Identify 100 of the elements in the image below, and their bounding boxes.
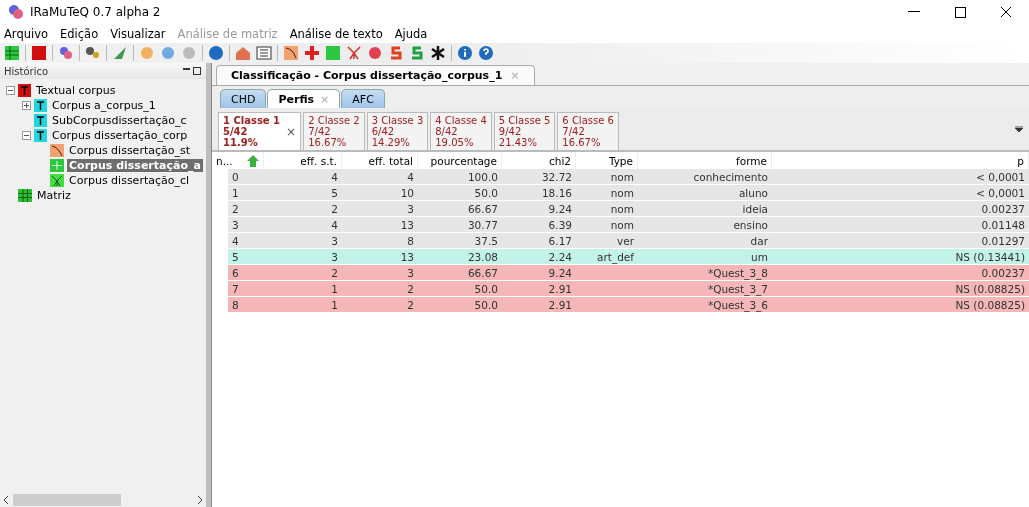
table-cell: 2 [228,201,264,217]
class-count: 6/42 [371,126,396,137]
collapse-icon[interactable] [6,86,15,95]
table-cell: nom [576,217,638,233]
text-icon [34,114,47,127]
scroll-left-icon[interactable] [4,496,9,504]
tree-item[interactable]: Corpus dissertação_corp [50,129,190,142]
logo-icon[interactable] [58,45,74,61]
menu-item[interactable]: Ajuda [394,26,428,41]
dendrogram-icon [50,174,64,187]
analysis-tab[interactable]: CHD [220,89,267,108]
pane-buttons-icon[interactable] [182,66,202,76]
class-tab[interactable]: 5 Classe 5 9/42 21.43% [493,112,556,150]
class-percent: 14.29% [371,137,411,148]
close-tab-button[interactable]: × [286,124,297,139]
menu-item[interactable]: Análise de texto [289,26,383,41]
table-cell: 2.24 [502,249,576,265]
dropdown-arrow-icon[interactable] [1015,124,1023,134]
table-cell: 8 [342,233,418,249]
tree-item[interactable]: SubCorpusdissertação_c [50,114,189,127]
panel-title: Histórico [4,65,49,77]
window-title: IRaMuTeQ 0.7 alpha 2 [30,5,161,19]
close-icon[interactable] [1000,6,1012,18]
tree-item[interactable]: Corpus a_corpus_1 [50,99,158,112]
tree-item[interactable]: Corpus dissertação_a [67,159,203,172]
document-tab[interactable]: Classificação - Corpus dissertação_corpus_1 × [216,65,535,85]
list-icon[interactable] [256,45,272,61]
scroll-right-icon[interactable] [197,496,202,504]
text-icon [34,99,47,112]
curve-icon[interactable] [283,45,299,61]
analysis-tab[interactable]: Perfis × [267,89,341,108]
class-count: 7/42 [562,126,586,137]
class-title: 1 Classe 1 [223,115,281,126]
s-icon[interactable] [388,45,404,61]
table-cell: 6 [228,265,264,281]
collapse-icon[interactable] [22,131,31,140]
tree-item[interactable]: Corpus dissertação_st [67,144,193,157]
table-cell: 3 [264,249,342,265]
table-cell: NS (0.08825) [772,297,1029,313]
table-cell: < 0,0001 [772,185,1029,201]
class-title: 5 Classe 5 [498,115,551,126]
class-percent: 16.67% [562,137,602,148]
table-cell: NS (0.08825) [772,281,1029,297]
table-cell: 4 [264,169,342,185]
table-cell: 32.72 [502,169,576,185]
table-cell: 13 [342,249,418,265]
table-cell: 5 [228,249,264,265]
menu-item[interactable]: Visualizar [110,26,166,41]
class-tab[interactable]: 4 Classe 4 8/42 19.05% [430,112,492,150]
class-percent: 11.9% [223,137,259,148]
table-cell: 30.77 [418,217,502,233]
gears-icon[interactable] [85,45,101,61]
curve-icon [50,144,64,157]
table-cell: 2 [264,265,342,281]
app-icon [8,4,24,20]
table-cell: 1 [228,185,264,201]
table-cell: 0.01148 [772,217,1029,233]
expand-icon[interactable] [22,101,31,110]
minimize-icon[interactable] [908,11,920,13]
help-icon[interactable] [478,45,494,61]
table-cell: 13 [342,217,418,233]
class-tab[interactable]: 2 Classe 2 7/42 16.67% [303,112,365,150]
table-cell: 23.08 [418,249,502,265]
table-cell: 1 [264,297,342,313]
table-cell: 0.01297 [772,233,1029,249]
asterisk-icon[interactable] [430,45,446,61]
table-cell: nom [576,169,638,185]
info-icon[interactable] [457,45,473,61]
table-icon[interactable] [4,45,20,61]
home-icon[interactable] [235,45,251,61]
sort-up-icon [247,154,259,167]
table-cell: dar [638,233,772,249]
table-cell: 50.0 [418,185,502,201]
table-cell: nom [576,185,638,201]
table-cell: *Quest_3_7 [638,281,772,297]
table-cell: nom [576,201,638,217]
table-cell: ver [576,233,638,249]
menu-item[interactable]: Arquivo [4,26,49,41]
maximize-icon[interactable] [954,6,966,18]
table-cell: 0.00237 [772,265,1029,281]
table-cell: *Quest_3_6 [638,297,772,313]
tree-item[interactable]: Textual corpus [34,84,118,97]
class-tab[interactable]: 1 Classe 1 5/42 11.9% × [218,112,302,150]
table-cell: 5 [264,185,342,201]
table-cell: 6.17 [502,233,576,249]
dendrogram-icon[interactable] [346,45,362,61]
cross-icon[interactable] [304,45,320,61]
analysis-tab[interactable]: AFC [341,89,385,108]
table-cell: 6.39 [502,217,576,233]
class-count: 9/42 [498,126,523,137]
tree-item[interactable]: Corpus dissertação_cl [67,174,192,187]
table-cell: 2 [342,297,418,313]
menu-item[interactable]: Edição [60,26,99,41]
text-icon[interactable] [31,45,47,61]
grid-icon [50,159,64,172]
class-tab[interactable]: 3 Classe 3 6/42 14.29% [366,112,429,150]
class-tab[interactable]: 6 Classe 6 7/42 16.67% [557,112,619,150]
tree-item[interactable]: Matriz [35,189,73,202]
table-cell: 2.91 [502,297,576,313]
s-icon[interactable] [409,45,425,61]
